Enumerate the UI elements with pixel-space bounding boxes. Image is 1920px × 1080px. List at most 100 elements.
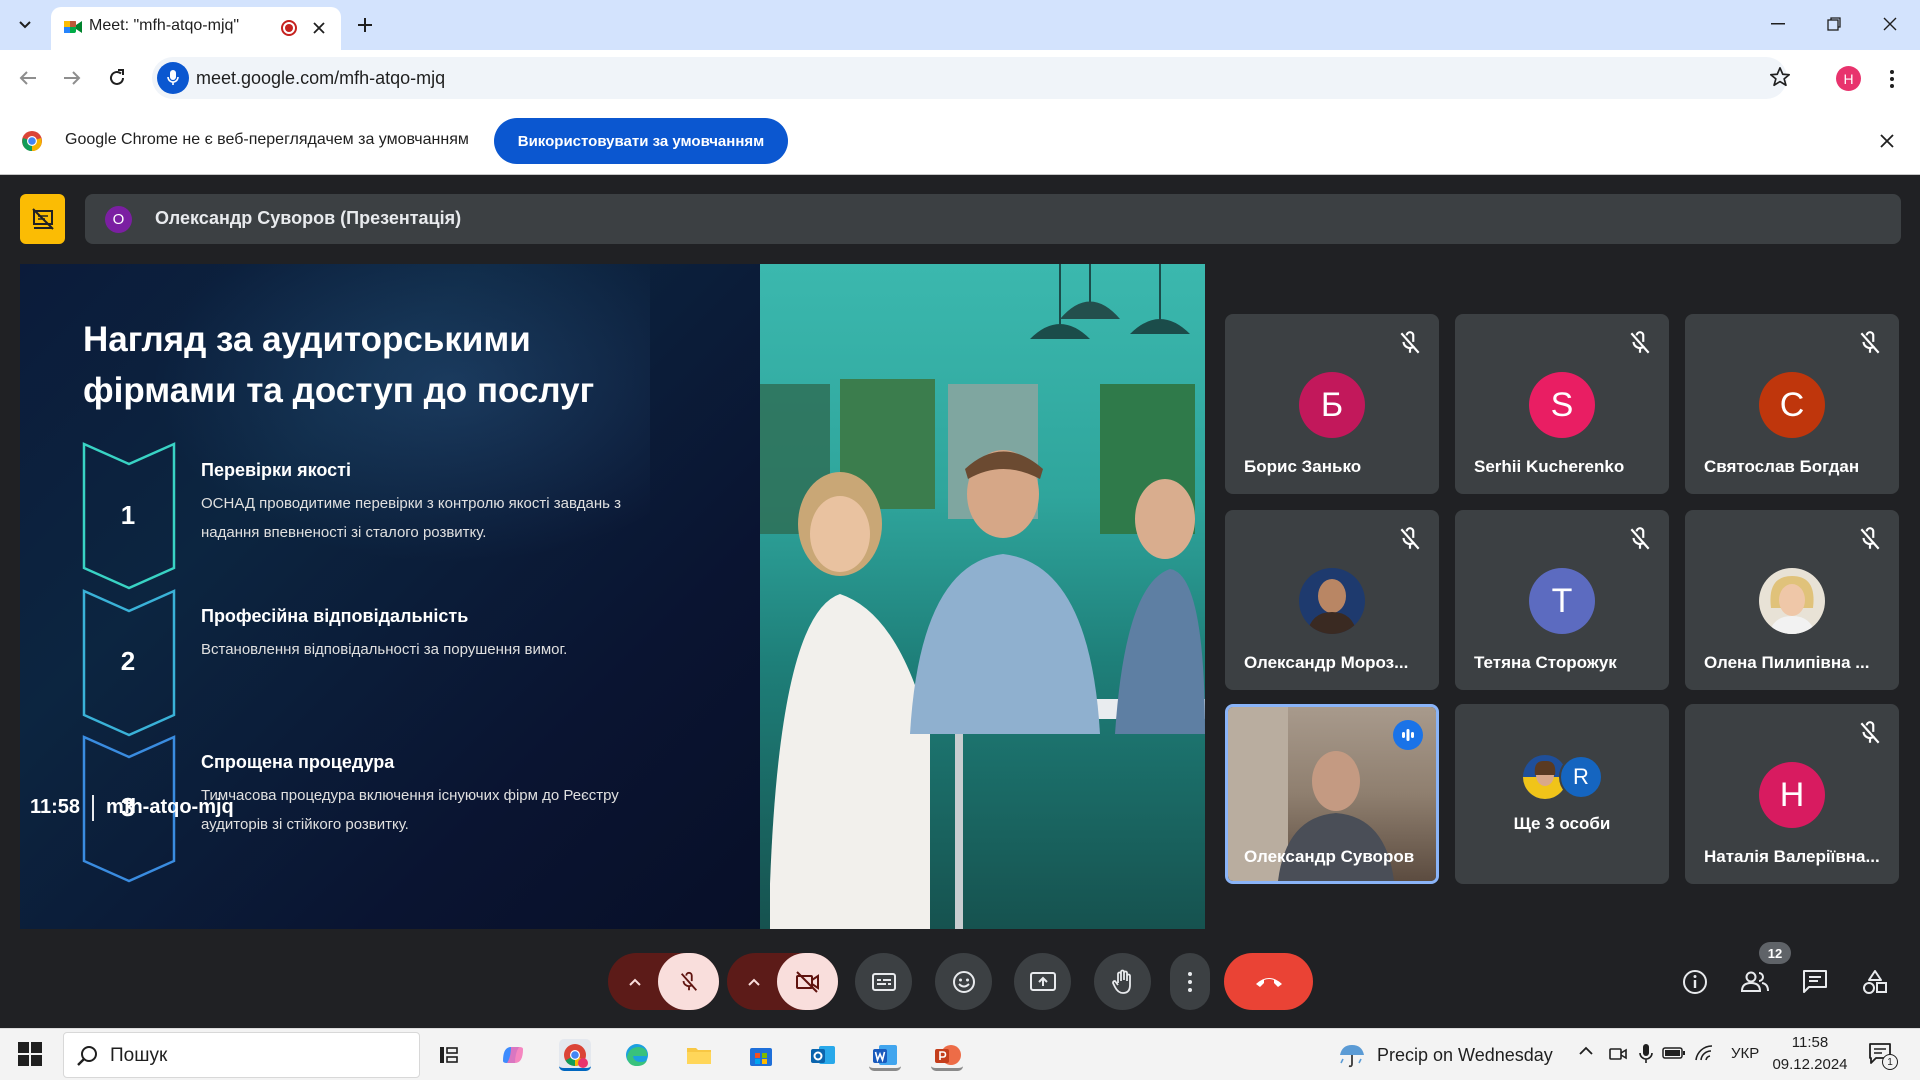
weather-widget[interactable]: Precip on Wednesday — [1337, 1039, 1553, 1071]
more-options-button[interactable] — [1170, 953, 1210, 1010]
notifications-button[interactable]: 1 — [1868, 1042, 1898, 1070]
slide-title-line2: фірмами та доступ до послуг — [83, 371, 595, 410]
outlook-icon[interactable] — [807, 1039, 839, 1071]
browser-tab-meet[interactable]: Meet: "mfh-atqo-mjq" — [51, 7, 341, 50]
new-tab-button[interactable] — [352, 12, 378, 38]
raise-hand-icon — [1111, 969, 1131, 994]
participant-tile[interactable]: Б Борис Занько — [1225, 314, 1439, 494]
people-button[interactable]: 12 — [1733, 942, 1791, 1004]
minimize-button[interactable] — [1750, 0, 1806, 48]
task-view-icon[interactable] — [434, 1039, 466, 1071]
step-description-3: Тимчасова процедура включення існуючих ф… — [201, 787, 619, 833]
reactions-button[interactable] — [935, 953, 992, 1010]
restore-button[interactable] — [1806, 0, 1862, 48]
participant-tile[interactable]: С Святослав Богдан — [1685, 314, 1899, 494]
address-bar[interactable]: meet.google.com/mfh-atqo-mjq — [152, 57, 1790, 99]
chrome-taskbar-icon[interactable] — [559, 1039, 591, 1071]
speaking-indicator-icon — [1393, 720, 1423, 750]
tab-close-button[interactable] — [309, 18, 329, 38]
notification-badge: 1 — [1882, 1054, 1898, 1070]
chrome-menu-button[interactable] — [1882, 66, 1902, 92]
people-icon — [1741, 971, 1769, 992]
camera-in-use-icon[interactable] — [1608, 1045, 1628, 1063]
meeting-details-button[interactable] — [1673, 960, 1717, 1004]
taskbar-search-box[interactable]: Пошук — [63, 1032, 420, 1078]
plus-icon — [358, 18, 372, 32]
activities-button[interactable] — [1853, 960, 1897, 1004]
close-icon — [313, 22, 325, 34]
participant-name: Наталія Валеріївна... — [1704, 847, 1880, 866]
infobar-close-button[interactable] — [1876, 130, 1898, 152]
set-default-button[interactable]: Використовувати за умовчанням — [494, 118, 788, 164]
chevron-up-icon — [748, 978, 760, 986]
battery-icon[interactable] — [1662, 1046, 1686, 1060]
site-mic-indicator[interactable] — [157, 62, 189, 94]
participant-photo — [1299, 568, 1365, 634]
info-icon — [1683, 970, 1707, 994]
participant-tile[interactable]: Олександр Мороз... — [1225, 510, 1439, 690]
activities-icon — [1863, 970, 1887, 994]
present-screen-button[interactable] — [1014, 953, 1071, 1010]
mic-off-icon — [1630, 331, 1650, 354]
windows-logo-icon — [18, 1042, 42, 1066]
step-heading-2: Професійна відповідальність — [201, 606, 469, 626]
captions-button[interactable] — [855, 953, 912, 1010]
captions-icon — [871, 972, 896, 991]
participant-name: Борис Занько — [1244, 457, 1362, 476]
chevron-up-icon — [629, 978, 641, 986]
system-clock[interactable]: 11:58 09.12.2024 — [1770, 1032, 1850, 1076]
default-browser-infobar: Google Chrome не є веб-переглядачем за у… — [0, 106, 1920, 175]
window-close-button[interactable] — [1862, 0, 1918, 48]
restore-icon — [1827, 17, 1841, 31]
mic-off-icon — [1860, 527, 1880, 550]
mic-off-icon — [1860, 721, 1880, 744]
search-icon — [77, 1046, 97, 1066]
more-participants-tile[interactable]: R Ще 3 особи — [1455, 704, 1669, 884]
participant-count-badge: 12 — [1759, 942, 1791, 964]
file-explorer-icon[interactable] — [683, 1039, 715, 1071]
powerpoint-icon[interactable] — [931, 1039, 963, 1071]
participant-tile[interactable]: S Serhii Kucherenko — [1455, 314, 1669, 494]
camera-toggle-button[interactable] — [777, 953, 838, 1010]
reload-icon — [110, 69, 124, 85]
participant-avatar: Н — [1759, 762, 1825, 828]
reload-button[interactable] — [103, 64, 131, 92]
profile-avatar[interactable]: H — [1836, 66, 1861, 91]
raise-hand-button[interactable] — [1094, 953, 1151, 1010]
participant-tile[interactable]: Олена Пилипівна ... — [1685, 510, 1899, 690]
chat-button[interactable] — [1793, 960, 1837, 1004]
step-number-2: 2 — [120, 646, 136, 676]
word-icon[interactable] — [869, 1039, 901, 1071]
leave-call-button[interactable] — [1224, 953, 1313, 1010]
edge-icon[interactable] — [621, 1039, 653, 1071]
stop-presentation-button[interactable] — [20, 194, 65, 244]
slide-title: Нагляд за аудиторськими фірмами та досту… — [83, 314, 683, 416]
step-number-1: 1 — [120, 500, 136, 530]
participant-tile[interactable]: Н Наталія Валеріївна... — [1685, 704, 1899, 884]
chat-icon — [1803, 970, 1827, 993]
search-placeholder: Пошук — [110, 1045, 168, 1066]
bookmark-star-button[interactable] — [1769, 66, 1793, 90]
copilot-icon[interactable] — [497, 1039, 529, 1071]
microsoft-store-icon[interactable] — [745, 1039, 777, 1071]
back-button[interactable] — [14, 64, 42, 92]
more-participants-label: Ще 3 особи — [1513, 814, 1611, 833]
presentation-title: Олександр Суворов (Презентація) — [155, 208, 462, 228]
mic-off-icon — [1630, 527, 1650, 550]
mic-toggle-button[interactable] — [658, 953, 719, 1010]
participant-tile[interactable]: Т Тетяна Сторожук — [1455, 510, 1669, 690]
input-language[interactable]: УКР — [1731, 1045, 1759, 1062]
google-meet-favicon — [64, 19, 82, 35]
audio-options-button[interactable] — [608, 953, 662, 1010]
start-button[interactable] — [18, 1042, 44, 1068]
participant-name: Олександр Мороз... — [1244, 653, 1409, 672]
forward-button[interactable] — [58, 64, 86, 92]
minimize-icon — [1771, 23, 1785, 25]
wifi-icon[interactable] — [1694, 1044, 1716, 1062]
camera-off-icon — [795, 970, 819, 993]
video-options-button[interactable] — [727, 953, 781, 1010]
tab-search-button[interactable] — [10, 11, 40, 39]
mic-in-use-icon[interactable] — [1638, 1043, 1654, 1065]
tray-overflow-button[interactable] — [1578, 1045, 1598, 1065]
participant-tile-speaking[interactable]: Олександр Суворов — [1225, 704, 1439, 884]
